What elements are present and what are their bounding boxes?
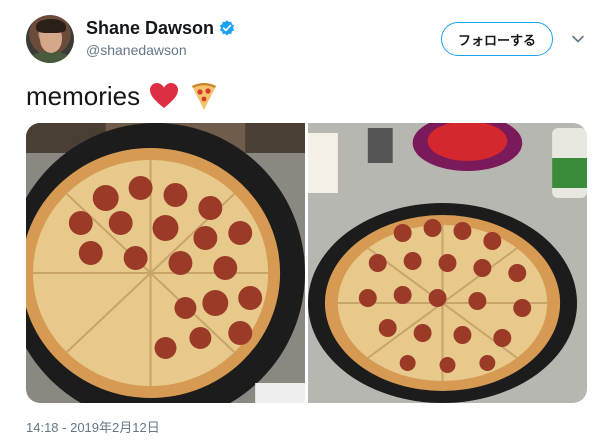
avatar[interactable] [26, 15, 74, 63]
heart-emoji-icon [148, 80, 180, 112]
tweet-timestamp[interactable]: 14:18 - 2019年2月12日 [26, 417, 160, 436]
pizza-emoji-icon [188, 80, 220, 112]
avatar-hair [36, 19, 66, 33]
follow-button[interactable]: フォローする [441, 22, 553, 56]
tweet-text: memories [26, 80, 220, 112]
photo-2[interactable] [308, 123, 587, 403]
tweet-media[interactable] [26, 123, 587, 403]
display-name[interactable]: Shane Dawson [86, 17, 214, 39]
tweet-text-content: memories [26, 81, 141, 111]
photo-1[interactable] [26, 123, 305, 403]
user-handle[interactable]: @shanedawson [86, 42, 187, 58]
tweet-card: Shane Dawson @shanedawson フォローする memorie… [0, 0, 614, 445]
verified-badge-icon [218, 19, 236, 37]
chevron-down-icon[interactable] [571, 32, 585, 46]
name-row[interactable]: Shane Dawson [86, 17, 236, 39]
